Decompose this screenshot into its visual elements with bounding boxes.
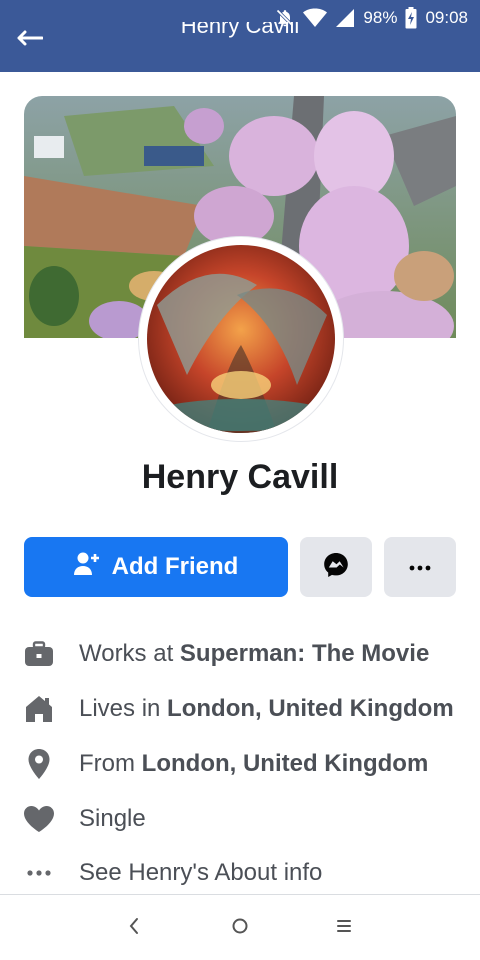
top-app-bar: 98% 09:08 Henry Cavill — [0, 0, 480, 72]
system-nav-bar — [0, 894, 480, 960]
lives-link[interactable]: London, United Kingdom — [167, 695, 454, 722]
message-button[interactable] — [300, 537, 372, 597]
more-button[interactable] — [384, 537, 456, 597]
lives-text: Lives in London, United Kingdom — [79, 695, 454, 722]
arrow-left-icon — [17, 30, 44, 51]
from-text: From London, United Kingdom — [79, 750, 429, 777]
nav-back-icon — [128, 917, 140, 940]
info-see-more[interactable]: See Henry's About info — [0, 853, 480, 893]
nav-back-button[interactable] — [112, 911, 156, 945]
see-about-link[interactable]: See Henry's About info — [79, 859, 322, 887]
info-lives: Lives in London, United Kingdom — [0, 689, 480, 729]
nav-menu-icon — [336, 918, 352, 939]
relationship-text: Single — [79, 805, 146, 832]
messenger-icon — [323, 552, 349, 583]
info-from: From London, United Kingdom — [0, 744, 480, 784]
info-relationship: Single — [0, 799, 480, 839]
briefcase-icon — [22, 637, 56, 671]
from-link[interactable]: London, United Kingdom — [142, 750, 429, 777]
nav-home-icon — [231, 917, 249, 940]
add-friend-button[interactable]: Add Friend — [24, 537, 288, 597]
back-button[interactable] — [14, 26, 46, 54]
info-work: Works at Superman: The Movie — [0, 634, 480, 674]
home-icon — [22, 692, 56, 726]
heart-icon — [22, 802, 56, 836]
profile-name: Henry Cavill — [141, 458, 339, 496]
nav-home-button[interactable] — [218, 911, 262, 945]
add-person-icon — [73, 552, 100, 583]
avatar[interactable] — [147, 245, 335, 433]
ellipsis-icon — [22, 856, 56, 890]
location-pin-icon — [22, 747, 56, 781]
work-text: Works at Superman: The Movie — [79, 640, 430, 667]
add-friend-label: Add Friend — [111, 553, 239, 580]
more-dots-icon — [409, 558, 431, 576]
work-link[interactable]: Superman: The Movie — [180, 640, 429, 667]
header-title: Henry Cavill — [180, 22, 300, 38]
nav-menu-button[interactable] — [322, 911, 366, 945]
